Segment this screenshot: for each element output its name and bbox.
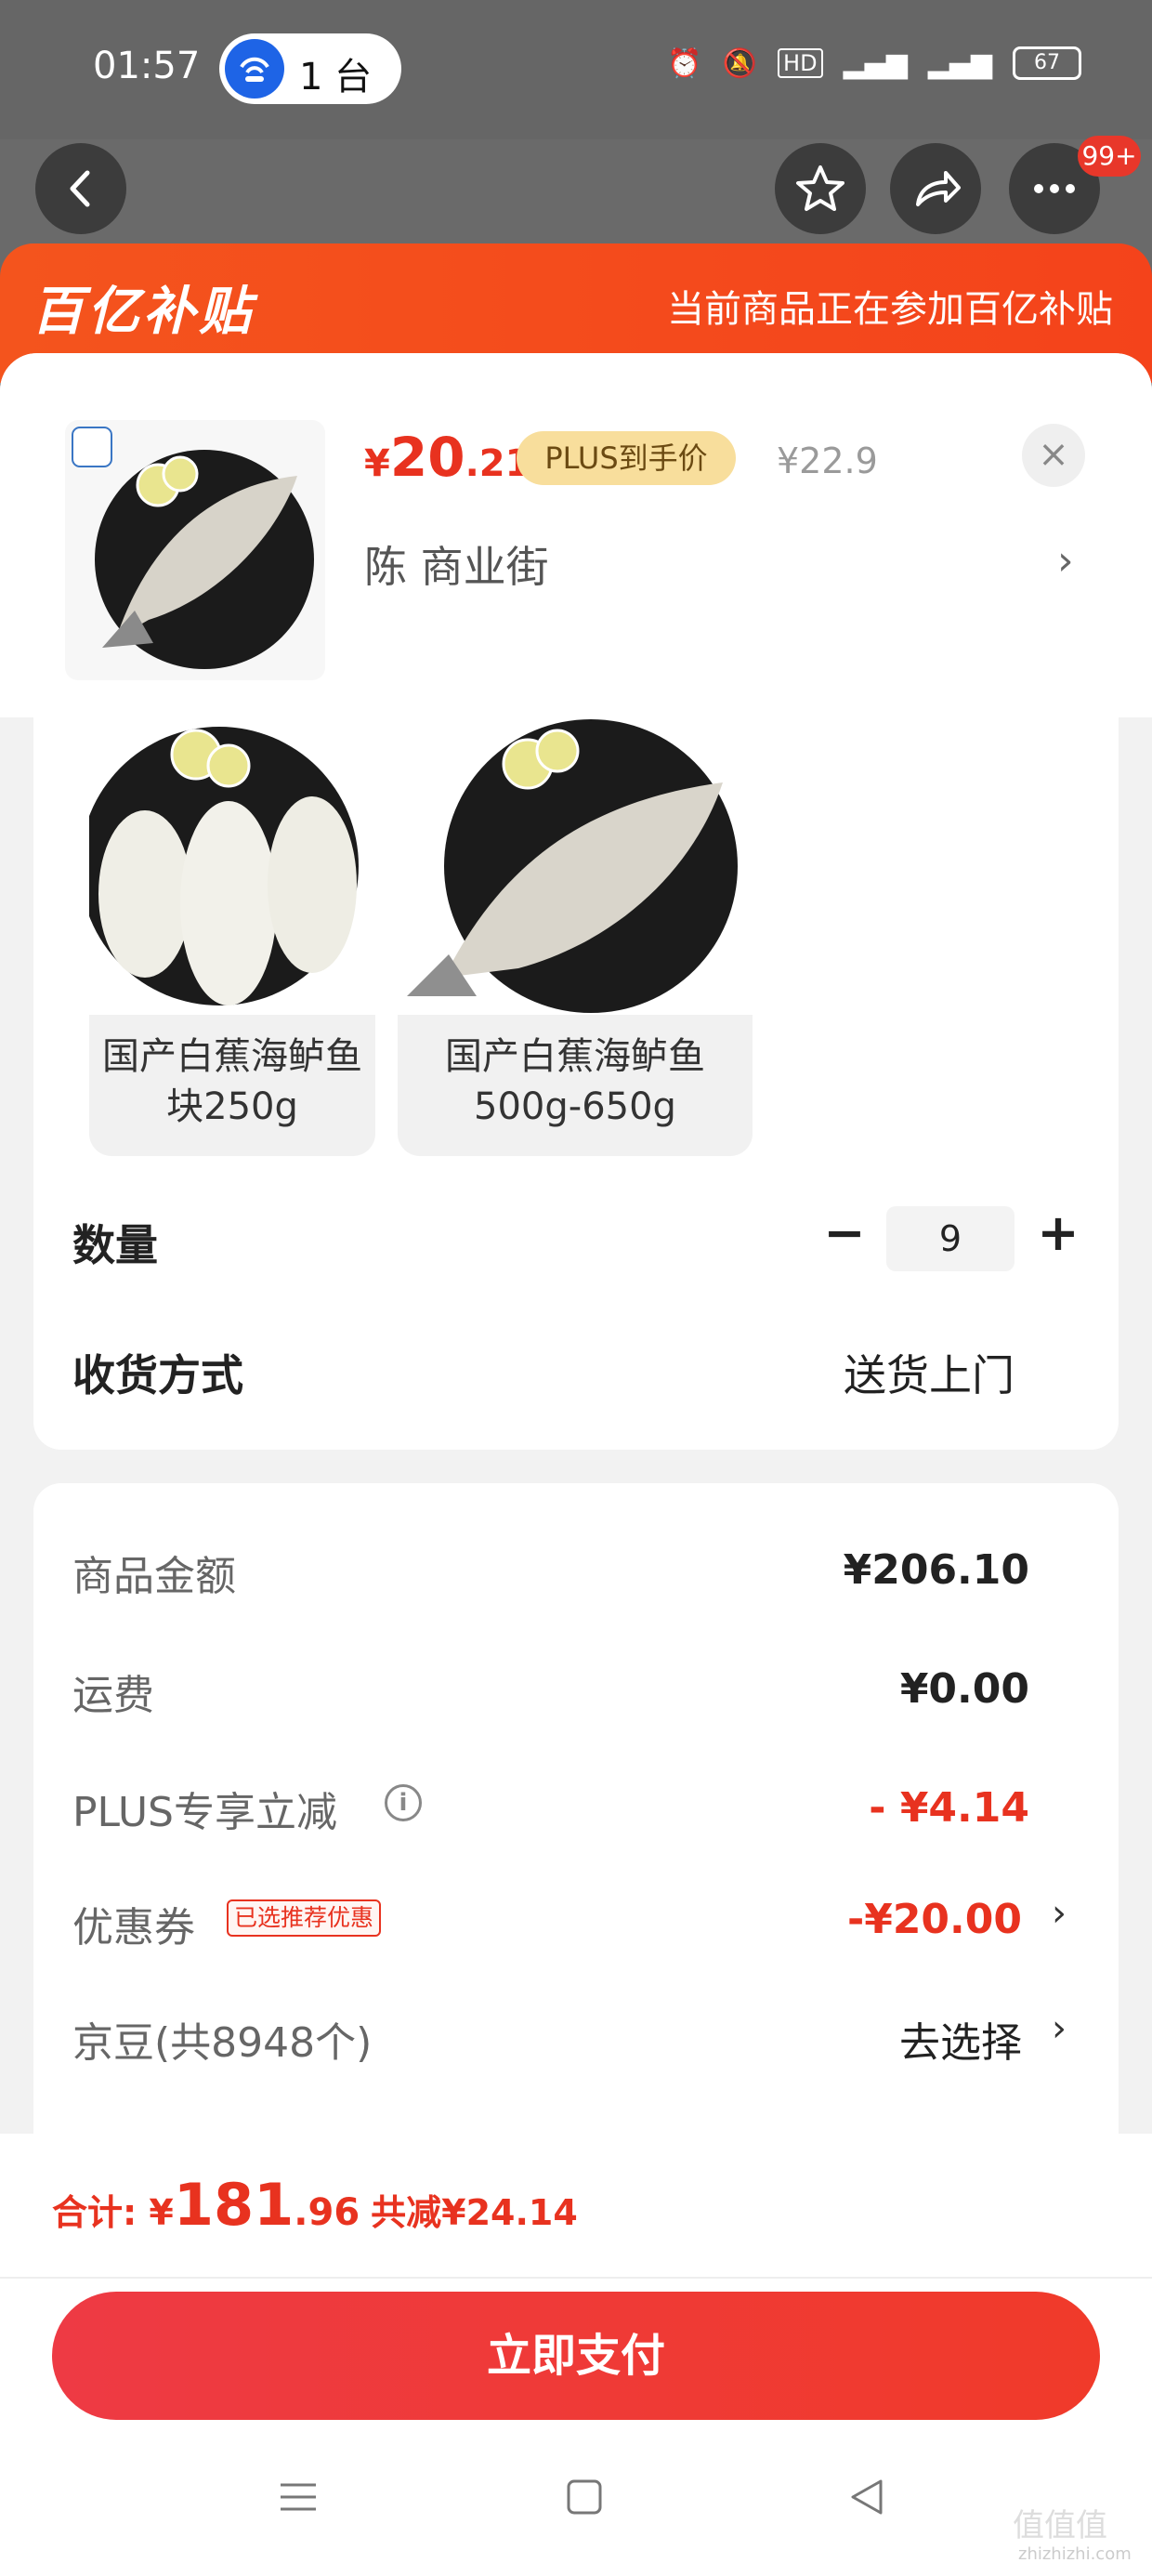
pay-now-button[interactable]: 立即支付 [52, 2292, 1100, 2420]
freight-value: ¥0.00 [899, 1665, 1029, 1713]
original-price: ¥22.9 [777, 440, 878, 481]
triangle-back-icon [851, 2479, 883, 2515]
shipping-value[interactable]: 送货上门 [844, 1342, 1015, 1403]
whole-fish-image [398, 717, 753, 1015]
quantity-decrease-button[interactable]: − [821, 1206, 868, 1262]
plus-price: ¥20.21 [364, 426, 531, 489]
star-icon [796, 165, 844, 211]
brand-logo: 百亿补贴 [32, 282, 255, 342]
spec-option[interactable]: 国产白蕉海鲈鱼块250g [89, 717, 375, 1156]
hd-icon: HD [778, 48, 823, 78]
back-nav-key[interactable] [844, 2474, 890, 2531]
shop-name[interactable]: 陈 商业街 [364, 533, 549, 595]
banner-note: 当前商品正在参加百亿补贴 [667, 288, 1113, 331]
chevron-right-icon[interactable]: › [1052, 1892, 1067, 1935]
plus-discount-value: - ¥4.14 [869, 1784, 1029, 1832]
back-button[interactable] [35, 143, 126, 234]
coupon-tag: 已选推荐优惠 [227, 1899, 382, 1937]
watermark: 值值值 [1013, 2507, 1107, 2544]
jingdou-select[interactable]: 去选择 [899, 2009, 1022, 2069]
home-nav-key[interactable] [561, 2474, 608, 2531]
hotspot-icon [225, 39, 284, 99]
goods-amount-value: ¥206.10 [843, 1546, 1029, 1594]
menu-icon [281, 2483, 316, 2511]
divider [0, 2277, 1152, 2279]
plus-discount-label: PLUS专享立减 [72, 1789, 337, 1836]
hotspot-label: 1 台 [299, 56, 373, 99]
quantity-label: 数量 [72, 1220, 158, 1270]
alarm-icon: ⏰ [667, 46, 702, 80]
shipping-label: 收货方式 [72, 1350, 243, 1400]
status-icons: ⏰ 🔕 HD ▂▄▆ ▂▄▆ 67 [667, 46, 1081, 80]
battery-icon: 67 [1013, 46, 1081, 80]
watermark-url: zhizhizhi.com [1018, 2544, 1132, 2564]
chevron-right-icon[interactable]: › [1052, 2007, 1067, 2050]
spec-option-label: 国产白蕉海鲈鱼块250g [102, 1035, 362, 1128]
close-button[interactable]: × [1022, 424, 1085, 487]
status-time: 01:57 [93, 45, 201, 87]
info-icon[interactable]: i [385, 1784, 422, 1821]
quantity-input[interactable]: 9 [886, 1206, 1015, 1271]
hotspot-pill[interactable]: 1 台 [219, 33, 401, 104]
menu-nav-key[interactable] [275, 2474, 321, 2531]
chevron-right-icon[interactable]: › [1057, 537, 1074, 585]
message-badge: 99+ [1078, 136, 1141, 177]
jingdou-label: 京豆(共8948个) [72, 2019, 373, 2067]
fish-steak-image [89, 717, 375, 1015]
plus-price-tag: PLUS到手价 [517, 431, 736, 485]
home-icon [567, 2479, 602, 2515]
quantity-increase-button[interactable]: + [1033, 1206, 1083, 1262]
coupon-label: 优惠券 [72, 1904, 195, 1952]
goods-amount-label: 商品金额 [72, 1553, 236, 1600]
favorite-button[interactable] [775, 143, 866, 234]
freight-label: 运费 [72, 1672, 154, 1719]
coupon-value[interactable]: -¥20.00 [847, 1896, 1022, 1943]
back-icon [70, 170, 90, 207]
share-button[interactable] [890, 143, 981, 234]
signal-4g-icon: ▂▄▆ [843, 46, 908, 80]
mute-icon: 🔕 [722, 46, 758, 80]
share-icon [916, 171, 961, 206]
signal-4g-icon: ▂▄▆ [927, 46, 992, 80]
order-total: 合计: ¥181.96 共减¥24.14 [52, 2171, 578, 2239]
spec-option[interactable]: 国产白蕉海鲈鱼500g-650g [398, 717, 753, 1156]
product-thumbnail [65, 420, 325, 680]
spec-option-label: 国产白蕉海鲈鱼500g-650g [445, 1035, 705, 1128]
